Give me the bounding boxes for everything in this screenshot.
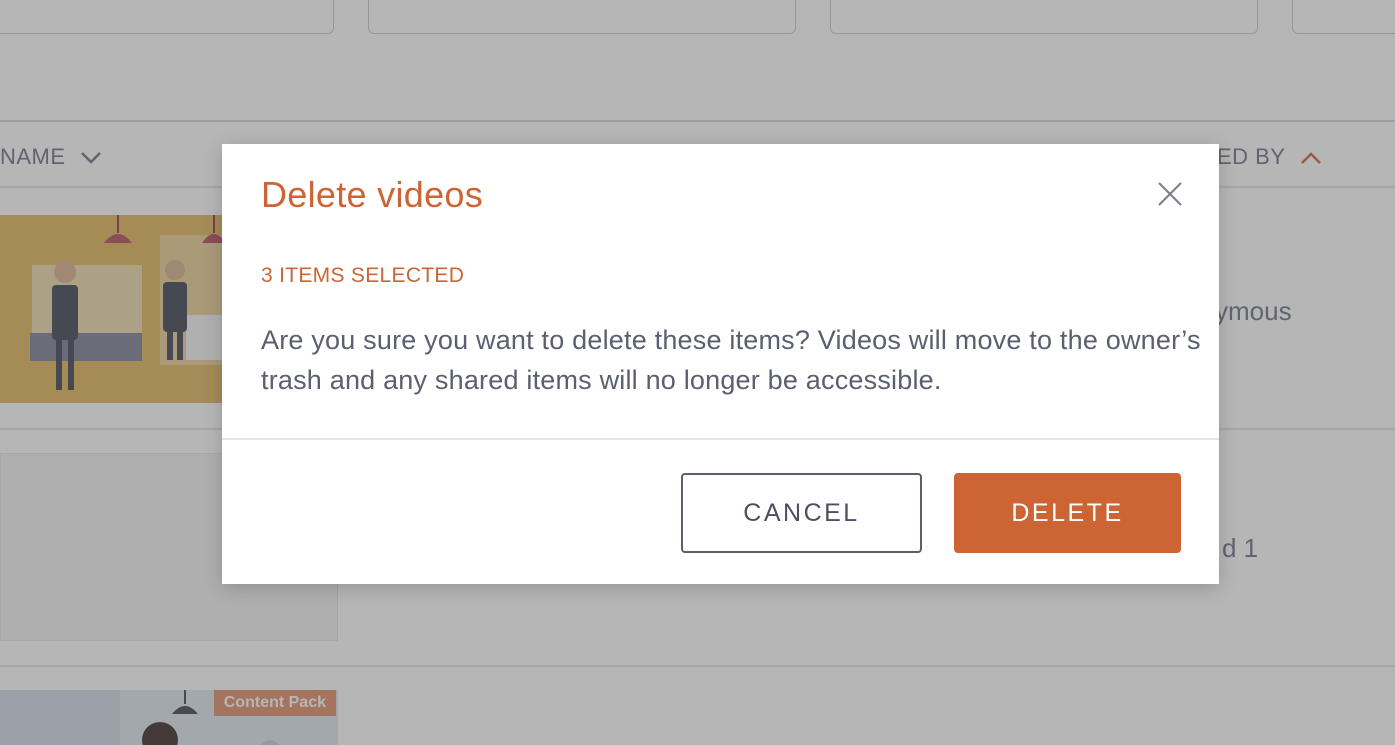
selected-count-label: 3 ITEMS SELECTED bbox=[261, 264, 465, 287]
close-button[interactable] bbox=[1154, 178, 1186, 210]
delete-videos-dialog: Delete videos 3 ITEMS SELECTED Are you s… bbox=[222, 144, 1219, 584]
video-library-page: NAME TED BY ymous d 1 Content Pack Delet… bbox=[0, 0, 1395, 745]
delete-button[interactable]: DELETE bbox=[954, 473, 1181, 553]
cancel-button[interactable]: CANCEL bbox=[681, 473, 922, 553]
confirmation-message: Are you sure you want to delete these it… bbox=[261, 325, 1201, 395]
dialog-divider bbox=[222, 438, 1219, 440]
dialog-title: Delete videos bbox=[261, 174, 484, 215]
close-icon bbox=[1158, 182, 1182, 206]
